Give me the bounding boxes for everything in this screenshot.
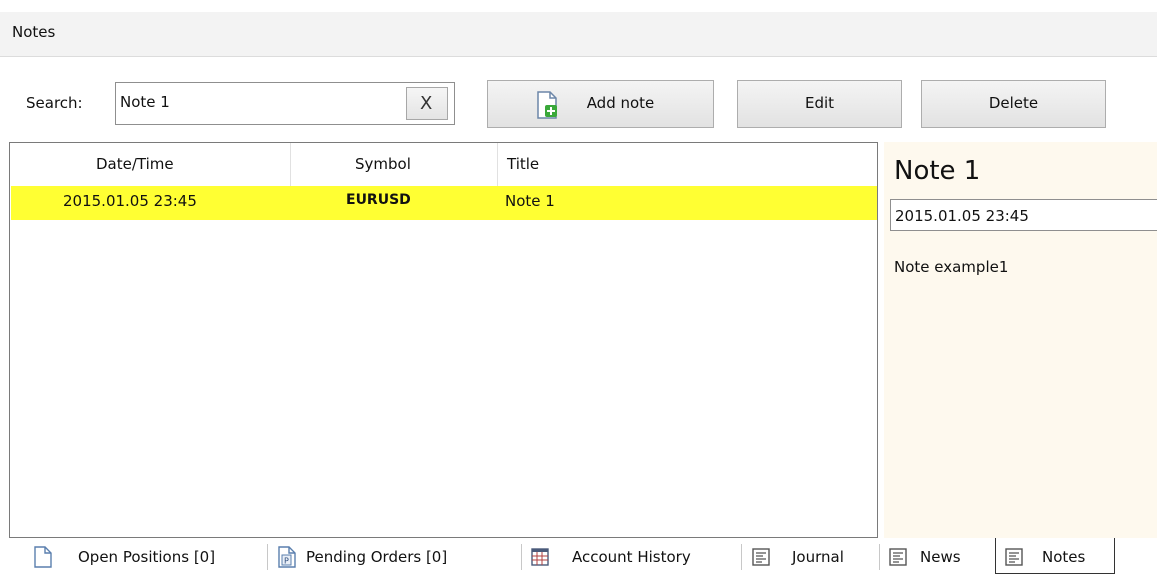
search-input-value: Note 1 xyxy=(120,93,170,111)
lines-icon xyxy=(889,548,907,566)
lines-icon xyxy=(752,548,770,566)
clear-search-button[interactable]: X xyxy=(406,87,448,120)
edit-label: Edit xyxy=(804,94,835,112)
add-note-button[interactable]: Add note xyxy=(487,80,714,128)
tab-pending-orders[interactable]: P Pending Orders [0] xyxy=(272,540,517,574)
column-header-symbol[interactable]: Symbol xyxy=(355,155,411,173)
lines-icon xyxy=(1005,548,1023,566)
panel-title: Notes xyxy=(12,23,56,41)
delete-button[interactable]: Delete xyxy=(921,80,1106,128)
tab-divider xyxy=(267,544,268,570)
pending-document-icon: P xyxy=(278,546,296,568)
note-title: Note 1 xyxy=(894,156,981,186)
delete-label: Delete xyxy=(988,94,1039,112)
tab-open-positions[interactable]: Open Positions [0] xyxy=(30,540,262,574)
table-icon xyxy=(531,548,549,566)
note-body: Note example1 xyxy=(894,258,1009,276)
search-label: Search: xyxy=(26,94,83,112)
tab-label: Notes xyxy=(1042,548,1086,566)
tab-label: Account History xyxy=(572,548,691,566)
tab-label: Pending Orders [0] xyxy=(306,548,448,566)
note-datetime: 2015.01.05 23:45 xyxy=(895,207,1029,225)
panel-title-bar: Notes xyxy=(0,12,1157,57)
tab-notes[interactable]: Notes xyxy=(995,538,1115,574)
add-note-label: Add note xyxy=(586,94,655,112)
add-note-icon xyxy=(537,91,557,119)
cell-datetime: 2015.01.05 23:45 xyxy=(63,192,197,210)
column-header-datetime[interactable]: Date/Time xyxy=(96,155,174,173)
tab-account-history[interactable]: Account History xyxy=(527,540,735,574)
close-icon: X xyxy=(420,93,433,114)
table-row[interactable]: 2015.01.05 23:45 EURUSD Note 1 xyxy=(11,186,877,220)
edit-button[interactable]: Edit xyxy=(737,80,902,128)
notes-table: Date/Time Symbol Title 2015.01.05 23:45 … xyxy=(9,142,878,538)
column-header-title[interactable]: Title xyxy=(507,155,539,173)
note-detail-panel: Note 1 2015.01.05 23:45 Note example1 xyxy=(884,142,1157,538)
tab-news[interactable]: News xyxy=(885,540,993,574)
tab-divider xyxy=(741,544,742,570)
search-input[interactable]: Note 1 xyxy=(115,82,455,125)
document-icon xyxy=(34,546,52,568)
tab-label: News xyxy=(920,548,961,566)
note-datetime-field: 2015.01.05 23:45 xyxy=(890,199,1157,231)
svg-text:P: P xyxy=(284,557,289,566)
tab-divider xyxy=(879,544,880,570)
bottom-tab-bar: Open Positions [0] P Pending Orders [0] … xyxy=(0,538,1157,579)
tab-journal[interactable]: Journal xyxy=(748,540,876,574)
tab-label: Open Positions [0] xyxy=(78,548,216,566)
cell-title: Note 1 xyxy=(505,192,555,210)
tab-label: Journal xyxy=(792,548,844,566)
cell-symbol: EURUSD xyxy=(346,192,411,208)
tab-divider xyxy=(521,544,522,570)
